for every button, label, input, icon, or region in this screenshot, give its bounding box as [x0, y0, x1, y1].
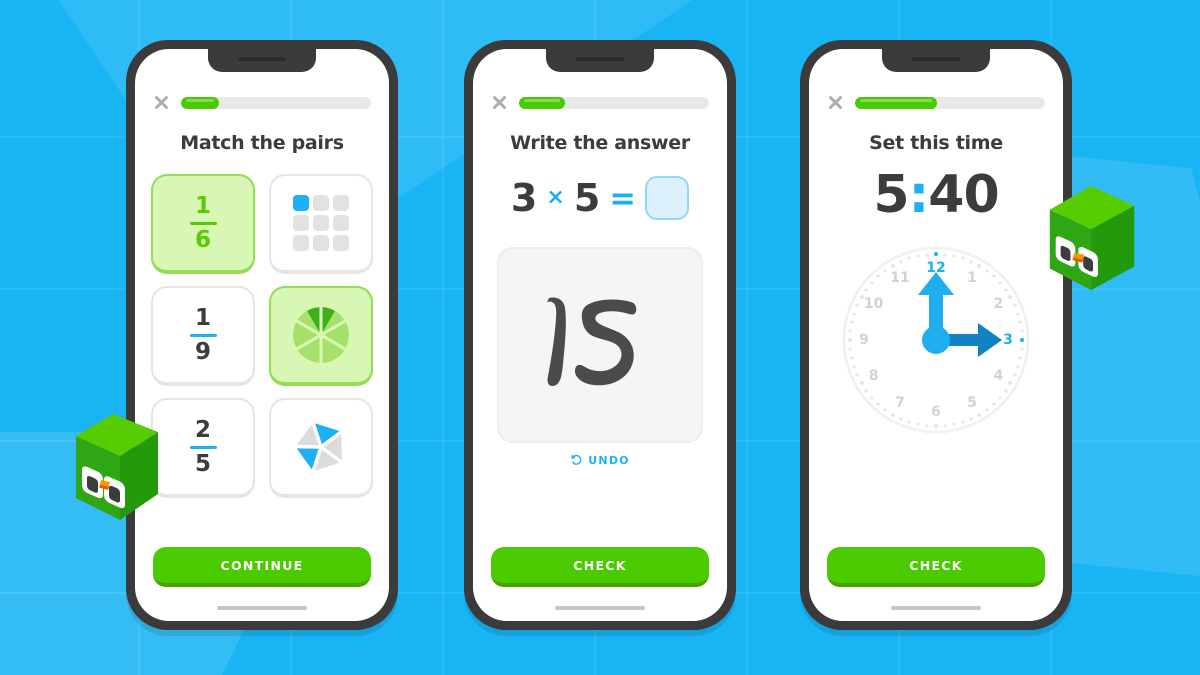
digital-minutes: 40 [928, 165, 999, 225]
home-indicator [891, 606, 981, 610]
phone-mockups: Match the pairs 1 6 1 9 2 5 CONTINUE Wri… [0, 0, 1200, 675]
lesson-progress-bar [855, 96, 1045, 109]
page-title: Set this time [869, 132, 1003, 154]
equation-row: 3 × 5 = [473, 176, 727, 220]
phone-notch [546, 49, 654, 72]
continue-button[interactable]: CONTINUE [153, 547, 371, 587]
pair-card-grid: 1 6 1 9 2 5 [151, 174, 373, 498]
home-indicator [217, 606, 307, 610]
close-x-icon[interactable] [827, 94, 844, 111]
phone-notch [882, 49, 990, 72]
page-title: Write the answer [510, 132, 690, 154]
pair-card-pie-six[interactable] [269, 286, 373, 386]
pair-card-grid-nine[interactable] [269, 174, 373, 274]
phone-screen: Match the pairs 1 6 1 9 2 5 CONTINUE [135, 49, 389, 621]
lesson-progress-bar [181, 96, 371, 109]
lesson-progress-fill [181, 96, 219, 109]
phone-write-the-answer: Write the answer 3 × 5 = UNDO CHECK [464, 40, 736, 630]
fraction-numerator: 1 [194, 304, 211, 331]
phone-match-the-pairs: Match the pairs 1 6 1 9 2 5 CONTINUE [126, 40, 398, 630]
scene: Match the pairs 1 6 1 9 2 5 CONTINUE Wri… [0, 0, 1200, 675]
lesson-progress-bar [519, 96, 709, 109]
lesson-progress-fill [855, 96, 937, 109]
close-x-icon[interactable] [491, 94, 508, 111]
fraction-denominator: 5 [194, 450, 211, 477]
pentagon-five-icon [293, 420, 344, 474]
close-x-icon[interactable] [153, 94, 170, 111]
undo-button[interactable]: UNDO [473, 454, 727, 467]
equation-right-operand: 5 [573, 176, 601, 220]
fraction-denominator: 9 [194, 338, 211, 365]
digital-time-display: 5:40 [809, 165, 1063, 225]
handwritten-answer-ink [547, 297, 637, 386]
fraction-display: 2 5 [189, 416, 217, 477]
pair-card-fraction-one-ninth[interactable]: 1 9 [151, 286, 255, 386]
check-button[interactable]: CHECK [491, 547, 709, 587]
equals-sign: = [609, 179, 637, 217]
fraction-display: 1 6 [189, 192, 217, 253]
answer-input-box[interactable] [645, 176, 690, 220]
fraction-denominator: 6 [194, 226, 211, 253]
phone-screen: Write the answer 3 × 5 = UNDO CHECK [473, 49, 727, 621]
fraction-display: 1 9 [189, 304, 217, 365]
fraction-bar [189, 221, 217, 225]
home-indicator [555, 606, 645, 610]
page-title: Match the pairs [180, 132, 344, 154]
fraction-bar [189, 445, 217, 449]
check-button[interactable]: CHECK [827, 547, 1045, 587]
multiply-operator: × [546, 185, 565, 210]
undo-label: UNDO [588, 454, 630, 467]
fraction-numerator: 2 [194, 416, 211, 443]
handwriting-canvas[interactable] [497, 247, 703, 443]
undo-arrow-icon [571, 454, 582, 465]
pair-card-fraction-two-fifths[interactable]: 2 5 [151, 398, 255, 498]
phone-set-this-time: Set this time 5:40 12 1 2 3 4 5 6 7 8 9 10 11 [800, 40, 1072, 630]
fraction-bar [189, 333, 217, 337]
pie-six-icon [293, 304, 349, 366]
equation-left-operand: 3 [510, 176, 538, 220]
digital-hours: 5 [873, 165, 909, 225]
phone-notch [208, 49, 316, 72]
analog-clock[interactable]: 12 1 2 3 4 5 6 7 8 9 10 11 [836, 240, 1036, 440]
lesson-progress-fill [519, 96, 565, 109]
clock-hub-icon [922, 326, 950, 355]
phone-screen: Set this time 5:40 12 1 2 3 4 5 6 7 8 9 10 11 [809, 49, 1063, 621]
clock-hands[interactable] [836, 240, 1036, 440]
fraction-numerator: 1 [194, 192, 211, 219]
pair-card-pentagon-five[interactable] [269, 398, 373, 498]
grid-nine-icon [293, 195, 349, 251]
pair-card-fraction-one-sixth[interactable]: 1 6 [151, 174, 255, 274]
digital-colon: : [908, 165, 930, 225]
